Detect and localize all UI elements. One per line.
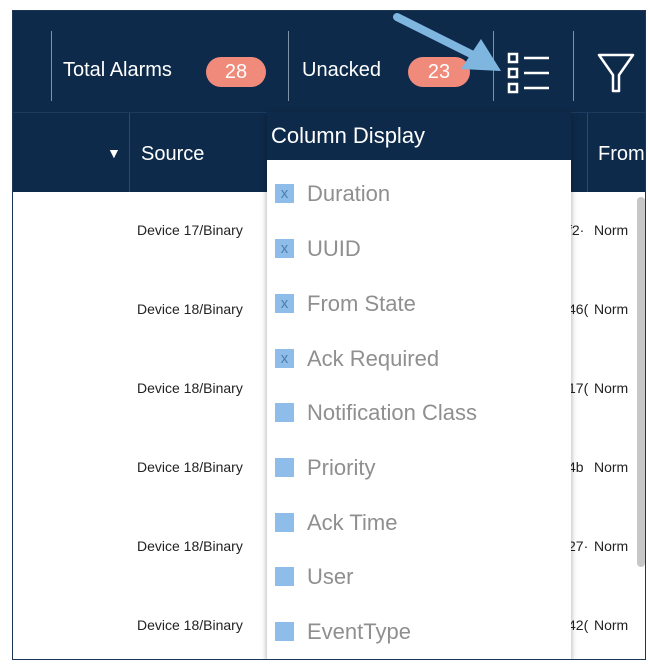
- column-option-label: Duration: [307, 181, 391, 206]
- checkbox-unchecked[interactable]: [275, 458, 294, 477]
- column-option-notification-class[interactable]: Notification Class: [275, 400, 565, 430]
- column-option-label: Priority: [307, 455, 376, 480]
- toolbar-divider: [573, 31, 574, 101]
- from-state-cell: Norm: [594, 459, 629, 475]
- total-alarms-badge: 28: [206, 57, 266, 87]
- column-option-from-state[interactable]: x From State: [275, 291, 565, 321]
- column-option-label: Ack Required: [307, 346, 440, 371]
- sort-desc-icon[interactable]: ▼: [107, 145, 121, 161]
- checkbox-checked[interactable]: x: [275, 184, 294, 203]
- uuid-cell: 27·: [568, 538, 589, 554]
- filter-icon[interactable]: [597, 51, 635, 95]
- column-option-eventtype[interactable]: EventType: [275, 619, 565, 649]
- alarm-toolbar: Total Alarms 28 Unacked 23: [13, 11, 645, 112]
- column-display-title: Column Display: [267, 112, 571, 160]
- unacked-label: Unacked: [302, 59, 381, 81]
- callout-arrow-icon: [393, 13, 501, 71]
- uuid-cell: 46(: [568, 301, 589, 317]
- uuid-cell: 42(: [568, 617, 589, 633]
- toolbar-divider: [288, 31, 289, 101]
- column-list-icon[interactable]: [507, 51, 551, 95]
- total-alarms-label: Total Alarms: [63, 59, 172, 81]
- uuid-cell: 17(: [568, 380, 589, 396]
- column-option-ack-time[interactable]: Ack Time: [275, 510, 565, 540]
- column-option-uuid[interactable]: x UUID: [275, 236, 565, 266]
- column-option-ack-required[interactable]: x Ack Required: [275, 346, 565, 376]
- source-cell: Device 18/Binary: [137, 380, 243, 396]
- source-cell: Device 18/Binary: [137, 301, 243, 317]
- alarm-console: Total Alarms 28 Unacked 23 ▼ Source From: [12, 10, 646, 660]
- column-option-duration[interactable]: x Duration: [275, 181, 565, 211]
- column-option-label: EventType: [307, 619, 411, 644]
- column-option-label: Notification Class: [307, 400, 477, 425]
- column-option-priority[interactable]: Priority: [275, 455, 565, 485]
- column-divider: [587, 113, 588, 192]
- checkbox-unchecked[interactable]: [275, 622, 294, 641]
- source-cell: Device 18/Binary: [137, 538, 243, 554]
- source-cell: Device 17/Binary: [137, 222, 243, 238]
- source-cell: Device 18/Binary: [137, 459, 243, 475]
- from-state-cell: Norm: [594, 222, 629, 238]
- checkbox-checked[interactable]: x: [275, 349, 294, 368]
- checkbox-unchecked[interactable]: [275, 567, 294, 586]
- column-display-menu: Column Display x Duration x UUID x From …: [267, 112, 571, 659]
- checkbox-checked[interactable]: x: [275, 294, 294, 313]
- toolbar-divider: [51, 31, 52, 101]
- source-cell: Device 18/Binary: [137, 617, 243, 633]
- checkbox-unchecked[interactable]: [275, 403, 294, 422]
- from-state-cell: Norm: [594, 617, 629, 633]
- column-option-label: User: [307, 564, 354, 589]
- column-option-label: Ack Time: [307, 510, 398, 535]
- checkbox-checked[interactable]: x: [275, 239, 294, 258]
- column-option-label: From State: [307, 291, 416, 316]
- column-header-from[interactable]: From: [598, 143, 645, 166]
- column-divider: [129, 113, 130, 192]
- column-option-label: UUID: [307, 236, 361, 261]
- vertical-scrollbar[interactable]: [637, 197, 645, 567]
- column-option-user[interactable]: User: [275, 564, 565, 594]
- column-header-source[interactable]: Source: [141, 143, 204, 166]
- from-state-cell: Norm: [594, 538, 629, 554]
- checkbox-unchecked[interactable]: [275, 513, 294, 532]
- from-state-cell: Norm: [594, 380, 629, 396]
- from-state-cell: Norm: [594, 301, 629, 317]
